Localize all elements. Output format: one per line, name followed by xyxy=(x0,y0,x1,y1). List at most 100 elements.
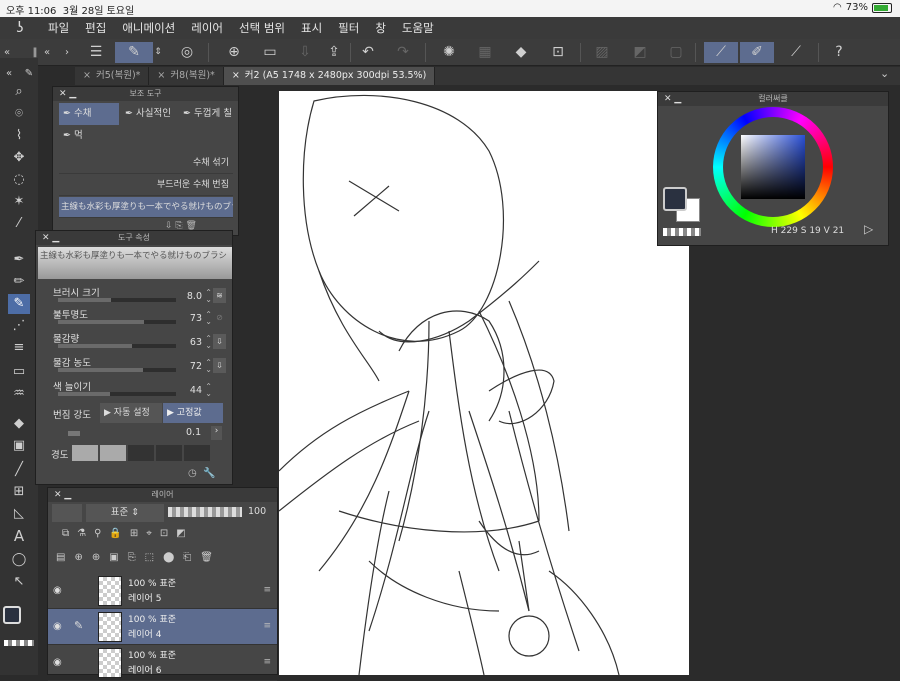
hardness-level-3[interactable] xyxy=(128,445,154,461)
help-icon[interactable]: ? xyxy=(827,42,851,63)
eyedropper-icon[interactable]: ⁄ xyxy=(8,214,30,234)
decoration-icon[interactable]: ≡ xyxy=(8,338,30,358)
blend-icon[interactable]: ♒ xyxy=(8,384,30,404)
hardness-level-5[interactable] xyxy=(184,445,210,461)
prop-brush-size[interactable]: 브러시 크기 8.0 ⌃ ⌄ ≋ xyxy=(50,285,230,307)
layer-opacity-slider[interactable] xyxy=(168,507,242,517)
correct-line-icon[interactable]: ↖ xyxy=(8,572,30,592)
hardness-level-1[interactable] xyxy=(72,445,98,461)
main-color-swatch[interactable] xyxy=(3,606,21,624)
loading-icon[interactable]: ✺ xyxy=(437,42,461,63)
expand-icon[interactable]: › xyxy=(62,42,72,63)
brush-item-watercolor-mix[interactable]: 수채 섞기 xyxy=(59,153,233,174)
hue-ring[interactable] xyxy=(713,107,833,227)
eye-icon[interactable]: ◉ xyxy=(53,657,62,668)
menu-view[interactable]: 표시 xyxy=(293,20,330,36)
menu-filter[interactable]: 필터 xyxy=(330,20,367,36)
layer-row-5[interactable]: ◉ 100 % 표준 레이어 5 ≡ xyxy=(48,573,277,609)
menu-file[interactable]: 파일 xyxy=(40,20,77,36)
pressure-icon[interactable]: ≋ xyxy=(213,288,226,303)
prop-color-stretch[interactable]: 색 늘이기 44 ⌃ ⌄ xyxy=(50,379,230,401)
reset-icon[interactable]: ◷ 🔧 xyxy=(188,468,216,479)
export-icon[interactable]: ⇪ xyxy=(322,42,346,63)
text-icon[interactable]: A xyxy=(8,526,30,546)
prop-opacity[interactable]: 불투명도 73 ⌃ ⌄ ⊘ xyxy=(50,307,230,329)
subtool-tab-thick-paint[interactable]: ✒ 두껍게 칠 xyxy=(179,103,237,125)
redo-icon[interactable]: ↷ xyxy=(391,42,415,63)
fill-bucket-icon[interactable]: ◆ xyxy=(8,414,30,434)
selection-border-icon[interactable]: ▢ xyxy=(664,42,688,63)
pressure-icon[interactable]: ⇩ xyxy=(213,334,226,349)
menu-help[interactable]: 도움말 xyxy=(394,20,442,36)
expand-chevron-icon[interactable]: › xyxy=(211,426,222,440)
frame-icon[interactable]: ⊞ xyxy=(8,482,30,502)
lasso-select-icon[interactable]: ⌇ xyxy=(8,126,30,146)
menu-handle-icon[interactable]: ≡ xyxy=(263,621,271,631)
saturation-value-square[interactable] xyxy=(741,135,805,199)
brush-snap-icon[interactable]: ✐ xyxy=(740,42,774,63)
fill-icon[interactable]: ◆ xyxy=(509,42,533,63)
lasso-icon[interactable]: ◌ xyxy=(8,170,30,190)
clear-selection-icon[interactable]: ▨ xyxy=(590,42,614,63)
balloon-icon[interactable]: ◯ xyxy=(8,550,30,570)
line-icon[interactable]: ╱ xyxy=(8,460,30,480)
mode-switch-icon[interactable]: ▷ xyxy=(864,222,873,236)
subtool-tab-ink[interactable]: ✒ 먹 xyxy=(59,125,119,147)
transparent-color-swatch[interactable] xyxy=(4,640,34,646)
pencil-icon[interactable]: ✏ xyxy=(8,272,30,292)
crop-icon[interactable]: ⊡ xyxy=(546,42,570,63)
pressure-icon[interactable]: ⇩ xyxy=(213,358,226,373)
app-logo-icon[interactable]: ʖ xyxy=(0,20,40,36)
close-minimize-icon[interactable]: ✕ ▁ xyxy=(54,488,71,502)
subtool-tab-watercolor[interactable]: ✒ 수채 xyxy=(59,103,119,125)
tab-document-2[interactable]: × 커8(복원)* xyxy=(149,67,224,85)
quick-access-icon[interactable]: ◎ xyxy=(175,42,199,63)
close-icon[interactable]: × xyxy=(83,67,91,85)
close-minimize-icon[interactable]: ✕ ▁ xyxy=(42,231,59,245)
hardness-level-2[interactable] xyxy=(100,445,126,461)
open-folder-icon[interactable]: ▭ xyxy=(258,42,282,63)
menu-window[interactable]: 창 xyxy=(367,20,394,36)
menu-animation[interactable]: 애니메이션 xyxy=(114,20,183,36)
tab-document-1[interactable]: × 커5(복원)* xyxy=(75,67,150,85)
hardness-level-4[interactable] xyxy=(156,445,182,461)
layer-row-6[interactable]: ◉ 100 % 표준 레이어 6 ≡ xyxy=(48,645,277,681)
tab-document-3[interactable]: × 커2 (A5 1748 x 2480px 300dpi 53.5%) xyxy=(223,67,436,85)
eraser-icon[interactable]: ▭ xyxy=(8,362,30,382)
move-layer-icon[interactable]: ⌾ xyxy=(8,104,30,124)
link-icon[interactable]: ⊘ xyxy=(213,310,226,325)
brush-item-soft-watercolor[interactable]: 부드러운 수채 번짐 xyxy=(59,175,233,196)
ruler-icon[interactable]: ◺ xyxy=(8,504,30,524)
brush-icon[interactable]: ✎ xyxy=(8,294,30,314)
invert-selection-icon[interactable]: ◩ xyxy=(628,42,652,63)
menu-handle-icon[interactable]: ≡ xyxy=(263,657,271,667)
auto-setting-button[interactable]: ▶ 자동 설정 xyxy=(100,403,162,423)
new-file-icon[interactable]: ⊕ xyxy=(222,42,246,63)
close-minimize-icon[interactable]: ✕ ▁ xyxy=(664,92,681,106)
menu-edit[interactable]: 편집 xyxy=(77,20,114,36)
pen-icon[interactable]: ✒ xyxy=(8,250,30,270)
drawing-canvas[interactable] xyxy=(279,91,689,675)
prop-paint-amount[interactable]: 물감량 63 ⌃ ⌄ ⇩ xyxy=(50,331,230,353)
tabs-chevron-down-icon[interactable]: ⌄ xyxy=(880,67,889,80)
ruler-snap-icon[interactable]: ⟋ xyxy=(704,42,738,63)
layer-color-icon[interactable] xyxy=(52,504,82,522)
transform-icon[interactable]: ▦ xyxy=(473,42,497,63)
prop-paint-density[interactable]: 물감 농도 72 ⌃ ⌄ ⇩ xyxy=(50,355,230,377)
main-color-box[interactable] xyxy=(663,187,687,211)
magic-wand-icon[interactable]: ✶ xyxy=(8,192,30,212)
undo-icon[interactable]: ↶ xyxy=(356,42,380,63)
menu-layer[interactable]: 레이어 xyxy=(183,20,231,36)
eye-icon[interactable]: ◉ xyxy=(53,621,62,632)
eye-icon[interactable]: ◉ xyxy=(53,585,62,596)
move-icon[interactable]: ✥ xyxy=(8,148,30,168)
close-minimize-icon[interactable]: ✕ ▁ xyxy=(59,87,76,101)
close-icon[interactable]: × xyxy=(232,67,240,85)
special-ruler-icon[interactable]: ⟋ xyxy=(784,42,808,63)
transparent-color-box[interactable] xyxy=(663,228,701,236)
layer-action-icons[interactable]: ▤⊕⊕▣⎘⬚⬤⎗🗑 xyxy=(56,552,222,563)
menu-handle-icon[interactable]: ≡ xyxy=(263,585,271,595)
brush-item-custom[interactable]: 主線も水彩も厚塗りも一本でやる就けものブラシ xyxy=(59,197,233,218)
subtool-tab-realistic[interactable]: ✒ 사실적인 xyxy=(121,103,177,125)
blur-slider[interactable] xyxy=(68,431,80,436)
